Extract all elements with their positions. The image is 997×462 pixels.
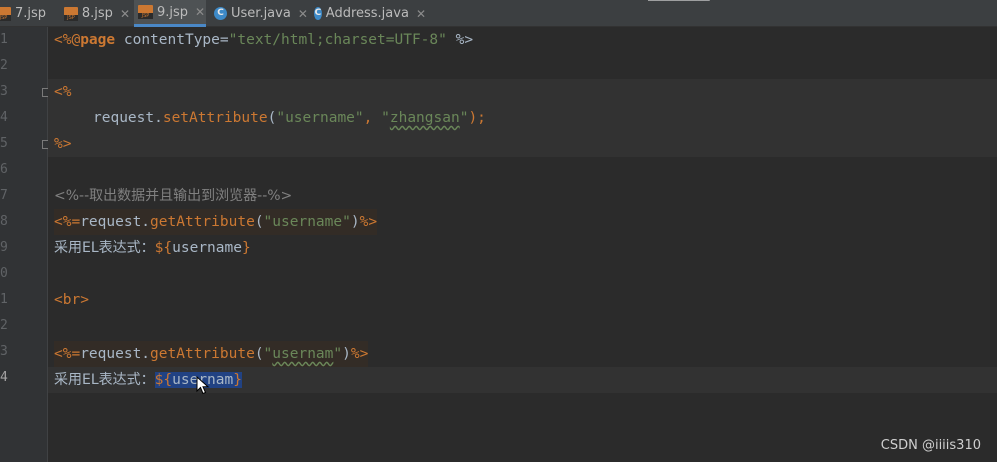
window-title-fragment: ▀▀▀▀▀ — [648, 0, 710, 3]
code-line-7: <%--取出数据并且输出到浏览器--%> — [54, 183, 292, 209]
el-open: ${ — [154, 372, 173, 388]
jsp-file-icon: JSP — [138, 5, 153, 19]
paren: ( — [254, 346, 264, 362]
scriptlet-open: <% — [54, 84, 72, 100]
line-number: 3 — [0, 344, 8, 359]
html-text: 采用EL表达式： — [54, 372, 155, 388]
code-line-9: 采用EL表达式：${username} — [54, 235, 251, 261]
paren: ) — [342, 346, 351, 362]
editor-tab-bar: JSP 7.jsp JSP 8.jsp ✕ JSP 9.jsp ✕ C User… — [0, 0, 997, 27]
line-number: 5 — [0, 136, 8, 151]
line-number: 4 — [0, 110, 8, 125]
line-number: 1 — [0, 32, 8, 47]
code-line-5: %> — [54, 131, 71, 157]
expression-close: %> — [350, 346, 369, 362]
el-close: } — [241, 240, 251, 256]
method-name: getAttribute — [150, 214, 255, 230]
java-class-icon: C — [314, 7, 322, 20]
jsp-directive-close: %> — [446, 32, 474, 48]
statement-end: ); — [468, 110, 486, 126]
line-number-current: 4 — [0, 370, 8, 385]
tab-label: Address.java — [325, 6, 409, 21]
expression-open: <%= — [54, 346, 81, 362]
line-number: 1 — [0, 292, 8, 307]
scriptlet-highlight-row — [48, 79, 997, 105]
jsp-file-icon: JSP — [64, 6, 78, 21]
code-line-3: <% — [54, 79, 71, 105]
tab-address-java[interactable]: C Address.java ✕ — [314, 0, 426, 27]
string-literal: "text/html;charset=UTF-8" — [228, 32, 447, 48]
tab-label: 8.jsp — [81, 6, 113, 21]
line-number: 7 — [0, 188, 8, 203]
code-line-4: request.setAttribute("username", "zhangs… — [93, 105, 486, 131]
quote: " — [263, 346, 273, 362]
scriptlet-highlight-row — [48, 131, 997, 157]
line-number: 2 — [0, 318, 8, 333]
method-name: setAttribute — [162, 110, 268, 126]
code-line-14: 采用EL表达式：${usernam} — [54, 367, 242, 393]
close-icon[interactable]: ✕ — [298, 7, 308, 21]
typo-string: usernam — [272, 346, 334, 362]
code-line-8: <%=request.getAttribute("username")%> — [54, 209, 378, 235]
directive-keyword: page — [80, 32, 116, 48]
line-number: 3 — [0, 84, 8, 99]
quote: " — [381, 110, 390, 126]
java-class-icon: C — [214, 7, 227, 20]
expression-close: %> — [359, 214, 378, 230]
tab-label: User.java — [231, 6, 291, 21]
scriptlet-close: %> — [54, 136, 72, 152]
line-number-gutter: 1 2 3 4 5 6 7 8 9 0 1 2 3 4 — [0, 27, 51, 462]
tab-7-jsp[interactable]: JSP 7.jsp — [0, 0, 52, 27]
jsp-file-icon: JSP — [0, 6, 11, 21]
string-literal: "username" — [263, 214, 351, 230]
tab-label: 9.jsp — [157, 4, 189, 20]
line-number: 8 — [0, 214, 8, 229]
quote: " — [333, 346, 343, 362]
tab-label: 7.jsp — [15, 6, 47, 21]
jsp-directive-open: <%@ — [54, 32, 81, 48]
code-editor[interactable]: <%@page contentType="text/html;charset=U… — [48, 27, 997, 462]
html-tag: <br> — [54, 292, 89, 308]
mouse-pointer-icon — [196, 376, 210, 395]
line-number: 9 — [0, 240, 8, 255]
tab-9-jsp[interactable]: JSP 9.jsp ✕ — [134, 0, 206, 27]
method-name: getAttribute — [150, 346, 255, 362]
close-icon[interactable]: ✕ — [195, 5, 205, 19]
code-line-13: <%=request.getAttribute("usernam")%> — [54, 341, 369, 367]
typo-string: zhangsan — [389, 110, 460, 126]
html-text: 采用EL表达式： — [54, 240, 155, 256]
paren: ( — [254, 214, 264, 230]
directive-attribute: contentType= — [115, 32, 229, 48]
el-close: } — [233, 372, 242, 388]
code-line-11: <br> — [54, 287, 89, 313]
line-number: 2 — [0, 58, 8, 73]
line-number: 6 — [0, 162, 8, 177]
close-icon[interactable]: ✕ — [416, 7, 426, 21]
string-literal: "username" — [276, 110, 364, 126]
comma: , — [363, 110, 382, 126]
object-ref: request. — [80, 214, 151, 230]
tab-8-jsp[interactable]: JSP 8.jsp ✕ — [64, 0, 130, 27]
el-open: ${ — [154, 240, 173, 256]
watermark: CSDN @iiiis310 — [880, 438, 981, 453]
object-ref: request. — [80, 346, 151, 362]
paren: ) — [350, 214, 360, 230]
el-variable: username — [172, 240, 242, 256]
object-ref: request. — [93, 110, 163, 126]
code-line-1: <%@page contentType="text/html;charset=U… — [54, 27, 473, 53]
jsp-comment: <%--取出数据并且输出到浏览器--%> — [54, 188, 293, 204]
expression-open: <%= — [54, 214, 81, 230]
line-number: 0 — [0, 266, 8, 281]
close-icon[interactable]: ✕ — [120, 7, 130, 21]
tab-user-java[interactable]: C User.java ✕ — [214, 0, 310, 27]
